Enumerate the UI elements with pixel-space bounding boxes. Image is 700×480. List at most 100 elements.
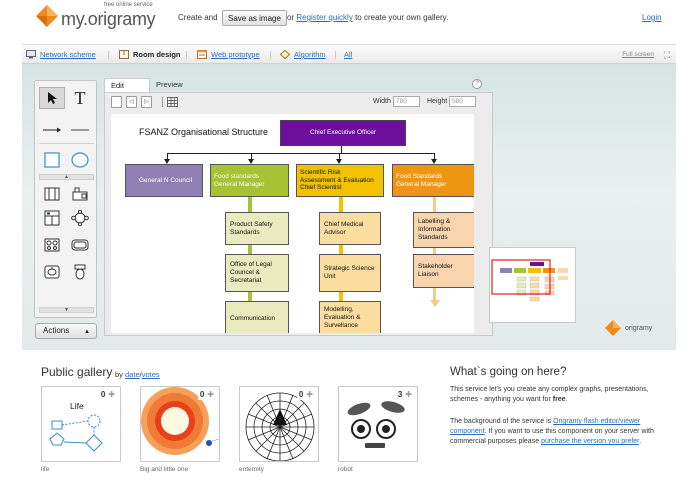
desk-icon: [72, 187, 88, 201]
panel-toolbar: ◁ ▷ Width 780 Height 580: [105, 93, 492, 111]
palette-scroll-up[interactable]: ▲: [39, 174, 94, 180]
team-node[interactable]: Chief Medical Advisor: [319, 212, 381, 245]
gallery-card-label[interactable]: robot: [338, 466, 353, 473]
origramy-logo-icon: [605, 320, 621, 336]
diagram-canvas[interactable]: FSANZ Organisational Structure Chief Exe…: [111, 114, 474, 333]
create-text: Create and: [178, 13, 218, 22]
node-label: Food standards General Manager: [214, 172, 265, 188]
toilet-tool[interactable]: [67, 261, 93, 283]
height-input[interactable]: 580: [449, 96, 476, 107]
node-label: Chief Medical Advisor: [324, 220, 364, 236]
gallery-card[interactable]: 0 ✚: [239, 386, 319, 462]
palette-scroll-down[interactable]: ▼: [39, 307, 94, 313]
minimap-preview: [490, 248, 575, 322]
login-link[interactable]: Login: [642, 13, 662, 22]
or-text: or: [287, 13, 295, 22]
team-node[interactable]: Office of Legal Councel & Secretariat: [225, 254, 289, 292]
wardrobe-tool[interactable]: [39, 183, 65, 205]
sort-date-link[interactable]: date: [125, 370, 140, 379]
desk-tool[interactable]: [67, 183, 93, 205]
round-table-icon: [71, 210, 89, 226]
text-tool-icon[interactable]: T: [67, 87, 93, 109]
tab-preview[interactable]: Preview: [150, 78, 189, 92]
register-suffix: to create your own gallery.: [355, 13, 449, 22]
fullscreen-link[interactable]: Full screen: [622, 51, 654, 58]
team-node[interactable]: Product Safety Standards: [225, 212, 289, 245]
nav-item-web-prototype[interactable]: Web prototype: [197, 50, 260, 59]
team-node[interactable]: Labelling & Information Standards: [413, 212, 474, 248]
node-label: Communication: [230, 314, 276, 322]
gallery-card[interactable]: 0 ✚: [140, 386, 220, 462]
nav-item-network-scheme[interactable]: Network scheme: [26, 50, 96, 59]
nav-item-room-design[interactable]: Room design: [119, 50, 181, 59]
pointer-tool[interactable]: [39, 87, 65, 109]
team-node[interactable]: Strategic Science Unit: [319, 254, 381, 292]
sort-by-text: by: [115, 370, 123, 379]
tab-edit[interactable]: Edit: [104, 78, 150, 92]
team-node[interactable]: Stakeholder Liaison: [413, 254, 474, 288]
bathtub-icon: [71, 239, 89, 251]
help-icon[interactable]: ?: [472, 79, 482, 89]
sink-icon: [44, 265, 60, 279]
editor-area: T ▲ ▼ Actions ▲ Edit Preview ? ◁ ▷ Width…: [22, 64, 676, 350]
new-page-icon[interactable]: [111, 96, 122, 108]
gallery-card-label[interactable]: life: [41, 466, 49, 473]
gallery-card[interactable]: 3 ✚: [338, 386, 418, 462]
gallery-card[interactable]: Life 0 ✚: [41, 386, 121, 462]
vote-counter[interactable]: 0 ✚: [197, 389, 216, 400]
sink-tool[interactable]: [39, 261, 65, 283]
gallery-card-label[interactable]: enternity: [239, 466, 264, 473]
cabinet-tool[interactable]: [39, 207, 65, 229]
save-as-image-button[interactable]: Save as image: [222, 10, 287, 26]
canvas-scrollbar[interactable]: [476, 114, 486, 333]
about-text: This service let's you create any comple…: [450, 386, 649, 404]
height-label: Height: [427, 98, 448, 105]
vote-counter[interactable]: 3 ✚: [395, 389, 414, 400]
redo-icon[interactable]: ▷: [141, 96, 152, 108]
actions-button[interactable]: Actions ▲: [35, 323, 97, 339]
web-page-icon: [197, 50, 207, 59]
team-node[interactable]: Communication: [225, 301, 289, 333]
node-label: Chief Executive Officer: [310, 129, 376, 137]
nav-separator: [335, 51, 336, 59]
stove-tool[interactable]: [39, 234, 65, 256]
about-title: What`s going on here?: [450, 366, 567, 378]
vote-counter[interactable]: 0 ✚: [296, 389, 315, 400]
register-link[interactable]: Register quickly: [296, 13, 352, 22]
line-tool[interactable]: [67, 119, 93, 141]
vote-plus-icon: ✚: [207, 390, 214, 399]
nav-item-all[interactable]: All: [344, 50, 352, 59]
vote-count: 0: [199, 390, 205, 399]
round-table-tool[interactable]: [67, 207, 93, 229]
about-paragraph: This service let's you create any comple…: [450, 385, 670, 405]
sort-votes-link[interactable]: votes: [142, 370, 160, 379]
nav-label: Algorithm: [294, 50, 326, 59]
team-node[interactable]: Modelling, Evaluation & Survellance: [319, 301, 381, 333]
ceo-node[interactable]: Chief Executive Officer: [280, 120, 406, 146]
about-paragraph: The background of the service is Origram…: [450, 417, 672, 447]
rectangle-tool[interactable]: [39, 149, 65, 171]
site-logo[interactable]: free online service my.origramy: [36, 2, 176, 32]
site-header: free online service my.origramy Create a…: [0, 0, 700, 40]
org-chart-title: FSANZ Organisational Structure: [139, 127, 269, 137]
grid-icon[interactable]: [167, 97, 178, 107]
arrow-connector-tool[interactable]: [39, 119, 65, 141]
gallery-card-label[interactable]: Big and little one: [140, 466, 188, 473]
width-input[interactable]: 780: [393, 96, 420, 107]
department-node[interactable]: General N Council: [125, 164, 203, 197]
fullscreen-icon[interactable]: ⛶: [664, 50, 670, 61]
undo-icon[interactable]: ◁: [126, 96, 137, 108]
purchase-link[interactable]: purchase the version you prefer: [541, 438, 639, 445]
brand-small-text: origramy: [625, 325, 653, 332]
vote-counter[interactable]: 0 ✚: [98, 389, 117, 400]
shape-palette: T ▲ ▼: [34, 80, 97, 318]
about-free-text: free: [552, 396, 566, 404]
minimap[interactable]: [489, 247, 576, 323]
node-label: General N Council: [138, 176, 193, 184]
department-node[interactable]: Food Standards General Manager: [392, 164, 474, 197]
nav-item-algorithm[interactable]: Algorithm: [280, 50, 326, 59]
bathtub-tool[interactable]: [67, 234, 93, 256]
department-node[interactable]: Scientific Risk Assessment & Evaluation …: [296, 164, 384, 197]
ellipse-tool[interactable]: [67, 149, 93, 171]
department-node[interactable]: Food standards General Manager: [210, 164, 289, 197]
